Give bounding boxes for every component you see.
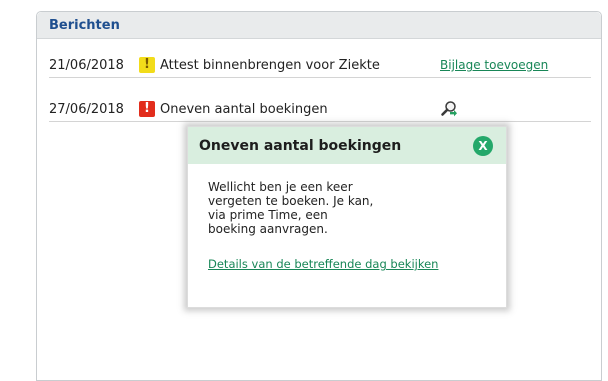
zoom-icon[interactable]: [440, 100, 458, 118]
panel-title: Berichten: [37, 12, 601, 39]
message-date: 21/06/2018: [49, 57, 124, 73]
message-title: Oneven aantal boekingen: [160, 101, 328, 117]
message-row: 21/06/2018 ! Attest binnenbrengen voor Z…: [49, 53, 591, 78]
popup-body: Wellicht ben je een keer vergeten te boe…: [188, 164, 506, 271]
message-detail-popup: Oneven aantal boekingen X Wellicht ben j…: [187, 126, 507, 308]
message-row: 27/06/2018 ! Oneven aantal boekingen: [49, 97, 591, 122]
message-title: Attest binnenbrengen voor Ziekte: [160, 57, 380, 73]
warning-icon: !: [139, 57, 155, 73]
popup-title: Oneven aantal boekingen: [199, 137, 402, 154]
popup-message: Wellicht ben je een keer vergeten te boe…: [208, 180, 374, 236]
error-icon: !: [139, 101, 155, 117]
view-day-details-link[interactable]: Details van de betreffende dag bekijken: [208, 257, 438, 271]
popup-header: Oneven aantal boekingen X: [188, 127, 506, 164]
message-date: 27/06/2018: [49, 101, 124, 117]
close-button[interactable]: X: [473, 136, 493, 156]
add-attachment-link[interactable]: Bijlage toevoegen: [440, 58, 548, 72]
